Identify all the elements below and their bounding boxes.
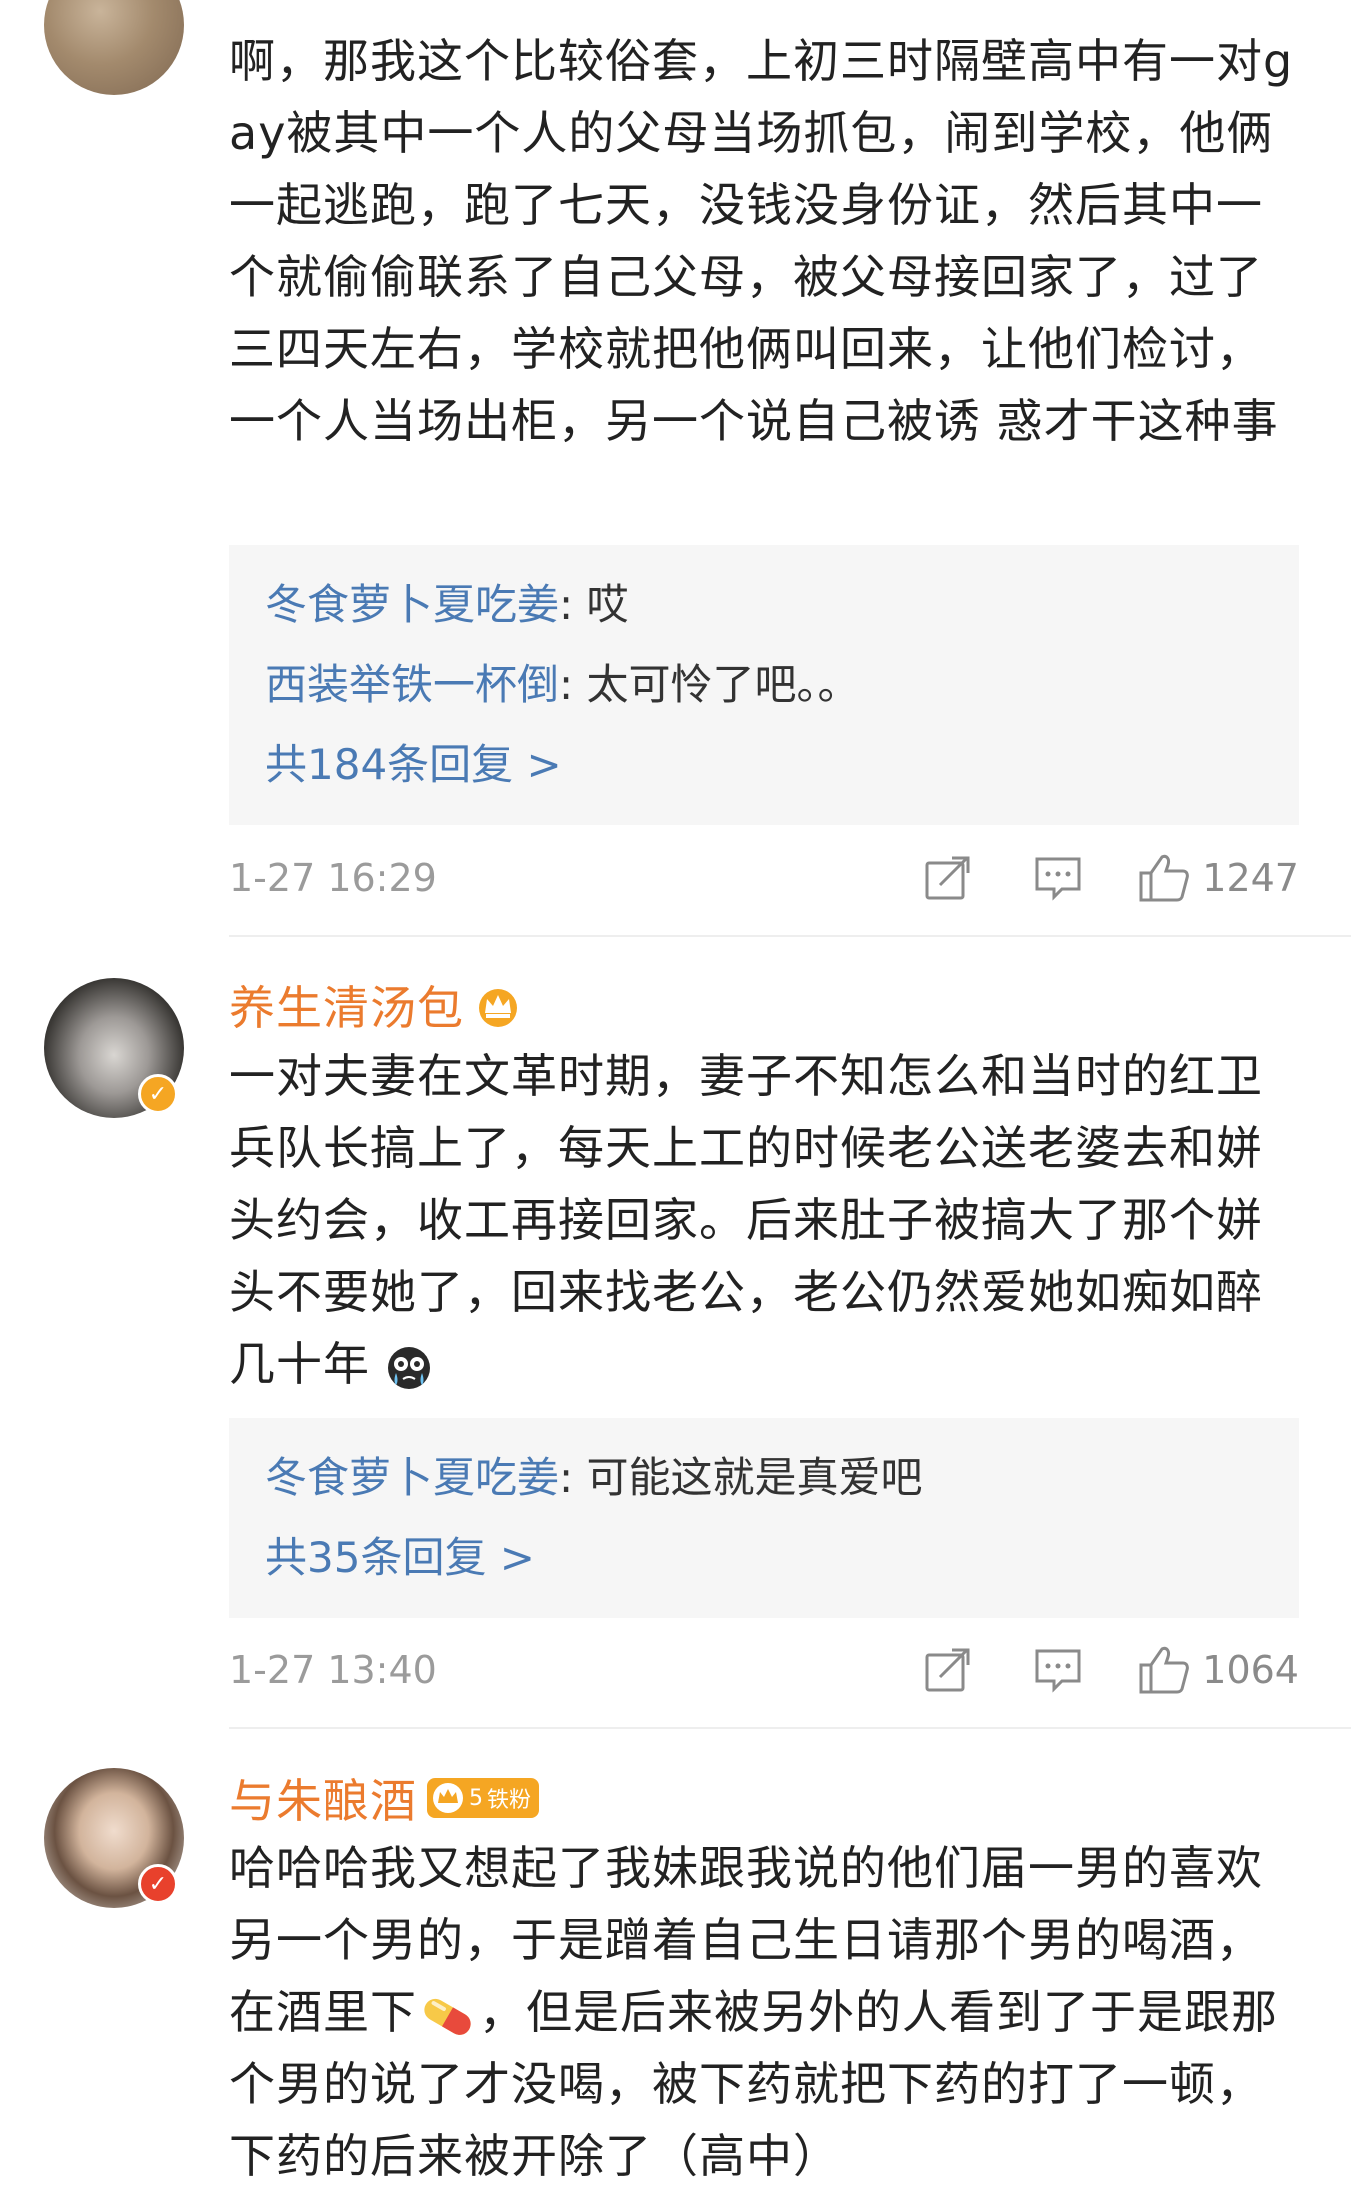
timestamp: 1-27 16:29 bbox=[229, 856, 437, 900]
comment-text-content: 一对夫妻在文革时期，妻子不知怎么和当时的红卫兵队长搞上了，每天上工的时候老公送老… bbox=[229, 1049, 1263, 1391]
share-icon bbox=[925, 856, 970, 900]
share-icon bbox=[925, 1648, 970, 1692]
reply-text: 哎 bbox=[586, 580, 629, 629]
reply-author[interactable]: 冬食萝卜夏吃姜 bbox=[265, 580, 559, 629]
comment-feed: 啊，那我这个比较俗套，上初三时隔壁高中有一对gay被其中一个人的父母当场抓包，闹… bbox=[0, 0, 1351, 2187]
like-button[interactable]: 1064 bbox=[1138, 1640, 1299, 1700]
like-icon bbox=[1139, 854, 1190, 902]
avatar[interactable]: ✓ bbox=[44, 1768, 184, 1908]
reply-text: 可能这就是真爱吧 bbox=[586, 1453, 923, 1502]
comment-icon bbox=[1035, 857, 1081, 901]
username[interactable]: 与朱酿酒 bbox=[229, 1765, 417, 1831]
fan-level: 5 bbox=[469, 1785, 483, 1811]
reply-line[interactable]: 冬食萝卜夏吃姜: 可能这就是真爱吧 bbox=[265, 1438, 1263, 1518]
fan-badge: 5 铁粉 bbox=[427, 1778, 540, 1818]
like-count: 1064 bbox=[1202, 1648, 1299, 1692]
divider bbox=[229, 1727, 1351, 1729]
reply-box[interactable]: 冬食萝卜夏吃姜: 可能这就是真爱吧 共35条回复 > bbox=[229, 1418, 1299, 1618]
reply-colon: : bbox=[559, 1453, 587, 1502]
reply-colon: : bbox=[559, 660, 587, 709]
verified-icon: ✓ bbox=[138, 1074, 178, 1114]
verified-icon: ✓ bbox=[138, 1864, 178, 1904]
comment-button[interactable] bbox=[1018, 848, 1098, 908]
username[interactable]: 养生清汤包 bbox=[229, 972, 464, 1038]
view-replies-link[interactable]: 共35条回复 > bbox=[265, 1518, 1263, 1598]
reply-box[interactable]: 冬食萝卜夏吃姜: 哎 西装举铁一杯倒: 太可怜了吧。。 共184条回复 > bbox=[229, 545, 1299, 825]
comment-meta: 1-27 16:29 1247 bbox=[229, 848, 1299, 908]
comment-text-content: 啊，那我这个比较俗套，上初三时隔壁高中有一对gay被其中一个人的父母当场抓包，闹… bbox=[229, 34, 1294, 448]
reply-text: 太可怜了吧。。 bbox=[586, 660, 860, 709]
reply-colon: : bbox=[559, 580, 587, 629]
share-button[interactable] bbox=[908, 1640, 988, 1700]
avatar[interactable]: ✓ bbox=[44, 978, 184, 1118]
like-count: 1247 bbox=[1202, 856, 1299, 900]
crown-icon bbox=[433, 1783, 463, 1813]
username-row: 养生清汤包 bbox=[229, 975, 522, 1035]
share-button[interactable] bbox=[908, 848, 988, 908]
comment-icon bbox=[1035, 1649, 1081, 1693]
crying-face-emoji bbox=[387, 1346, 430, 1389]
divider bbox=[229, 935, 1351, 937]
fan-badge-label: 铁粉 bbox=[487, 1788, 532, 1813]
pill-emoji bbox=[424, 1998, 471, 2035]
comment-text: 一对夫妻在文革时期，妻子不知怎么和当时的红卫兵队长搞上了，每天上工的时候老公送老… bbox=[229, 1040, 1299, 1400]
timestamp: 1-27 13:40 bbox=[229, 1648, 437, 1692]
comment-button[interactable] bbox=[1018, 1640, 1098, 1700]
avatar-image bbox=[44, 0, 184, 95]
view-replies-link[interactable]: 共184条回复 > bbox=[265, 725, 1263, 805]
reply-author[interactable]: 西装举铁一杯倒 bbox=[265, 660, 559, 709]
reply-line[interactable]: 冬食萝卜夏吃姜: 哎 bbox=[265, 565, 1263, 645]
crown-icon bbox=[479, 989, 517, 1027]
like-icon bbox=[1139, 1646, 1190, 1694]
comment-text: 啊，那我这个比较俗套，上初三时隔壁高中有一对gay被其中一个人的父母当场抓包，闹… bbox=[229, 25, 1299, 457]
comment-text: 哈哈哈我又想起了我妹跟我说的他们届一男的喜欢另一个男的，于是蹭着自己生日请那个男… bbox=[229, 1832, 1299, 2187]
reply-author[interactable]: 冬食萝卜夏吃姜 bbox=[265, 1453, 559, 1502]
reply-line[interactable]: 西装举铁一杯倒: 太可怜了吧。。 bbox=[265, 645, 1263, 725]
like-button[interactable]: 1247 bbox=[1138, 848, 1299, 908]
avatar[interactable] bbox=[44, 0, 184, 95]
comment-meta: 1-27 13:40 1064 bbox=[229, 1640, 1299, 1700]
username-row: 与朱酿酒 5 铁粉 bbox=[229, 1765, 540, 1831]
comment-item: 啊，那我这个比较俗套，上初三时隔壁高中有一对gay被其中一个人的父母当场抓包，闹… bbox=[0, 0, 1351, 937]
